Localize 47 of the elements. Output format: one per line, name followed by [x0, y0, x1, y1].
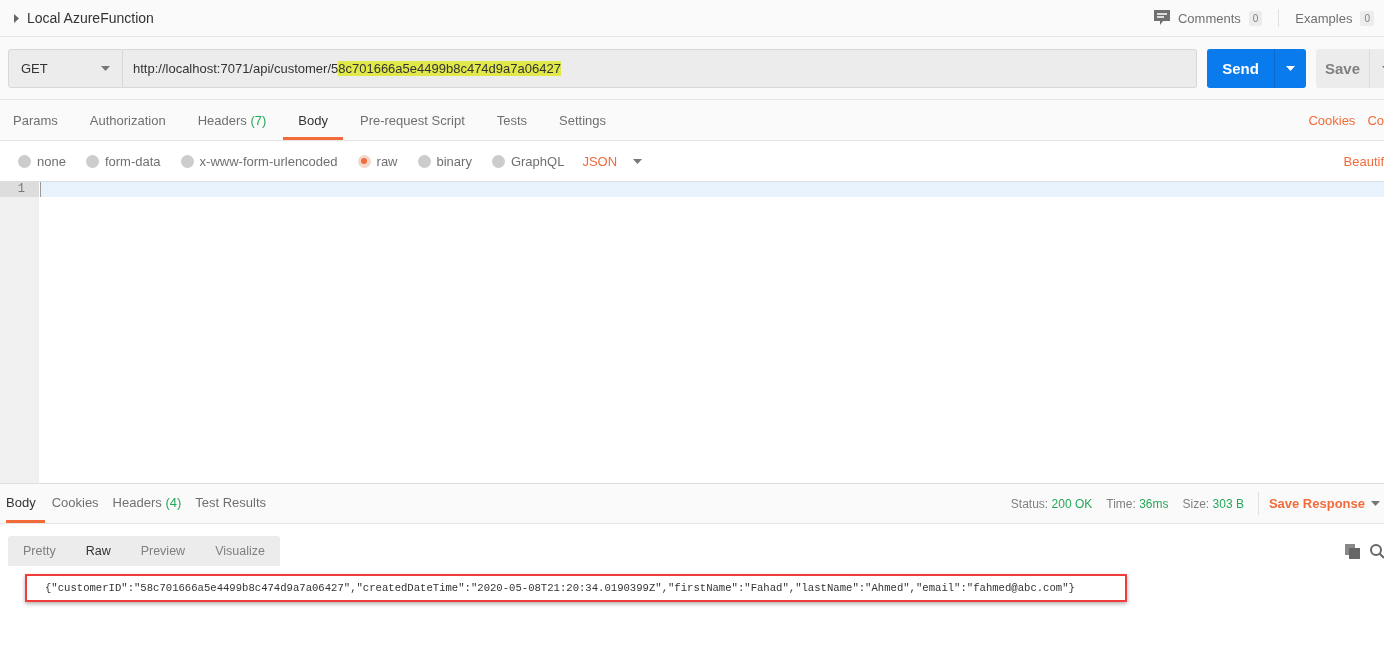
expand-caret-icon[interactable] [14, 13, 19, 23]
send-button[interactable]: Send [1207, 48, 1306, 88]
response-tab[interactable]: Cookies [44, 484, 106, 523]
view-mode-tab[interactable]: Raw [70, 536, 126, 566]
response-json: {"customerID":"58c701666a5e4499b8c474d9a7a06427","createdDateTime":"2020-05-08T21:20:34.0190399Z","firstName":"Fahad","lastName":"Ahmed","email":"fahmed@abc.com"} [25, 574, 1127, 602]
examples-count: 0 [1360, 10, 1374, 26]
body-type-radio[interactable]: GraphQL [491, 153, 565, 169]
view-mode-tab[interactable]: Pretty [8, 536, 71, 566]
save-response-button[interactable]: Save Response [1257, 492, 1384, 515]
response-meta: Time: 36ms [1106, 496, 1169, 511]
beautify-link[interactable]: Beautif [1343, 153, 1384, 169]
method-dropdown[interactable]: GET [8, 48, 123, 88]
comments-label[interactable]: Comments [1177, 10, 1241, 26]
body-type-radio[interactable]: raw [357, 153, 398, 169]
send-caret-icon [1286, 65, 1295, 71]
request-tab[interactable]: Settings [544, 100, 622, 140]
response-meta: Size: 303 B [1182, 496, 1244, 511]
caret-icon [633, 158, 643, 164]
response-tab[interactable]: Headers (4) [105, 484, 189, 523]
line-number: 1 [0, 182, 39, 197]
examples-label[interactable]: Examples [1295, 10, 1353, 26]
request-tab[interactable]: Headers (7) [182, 100, 282, 140]
copy-icon[interactable] [1345, 543, 1360, 559]
body-type-radio[interactable]: binary [417, 153, 472, 169]
url-field[interactable]: http://localhost:7071/api/customer/58c701666a5e4499b8c474d9a7a06427 [123, 48, 1197, 88]
caret-icon [1371, 501, 1380, 506]
view-mode-tab[interactable]: Visualize [200, 536, 280, 566]
request-tab[interactable]: Authorization [74, 100, 181, 140]
body-editor[interactable]: 1 [0, 182, 1384, 484]
search-icon[interactable] [1370, 543, 1384, 559]
response-meta: Status: 200 OK [1010, 496, 1093, 511]
request-tab[interactable]: Params [13, 100, 73, 140]
body-type-radio[interactable]: form-data [85, 153, 161, 169]
response-tab[interactable]: Test Results [188, 484, 274, 523]
request-title: Local AzureFunction [27, 10, 155, 26]
view-mode-tab[interactable]: Preview [125, 536, 201, 566]
header-link[interactable]: Co [1367, 112, 1384, 128]
format-dropdown[interactable]: JSON [582, 153, 643, 169]
comment-icon [1153, 10, 1170, 26]
request-tab[interactable]: Pre-request Script [345, 100, 480, 140]
body-type-radio[interactable]: x-www-form-urlencoded [180, 153, 338, 169]
comments-count: 0 [1248, 10, 1263, 26]
caret-icon [101, 65, 110, 71]
save-button[interactable]: Save [1316, 48, 1384, 88]
body-type-radio[interactable]: none [18, 153, 66, 169]
request-tab[interactable]: Tests [481, 100, 543, 140]
header-link[interactable]: Cookies [1308, 112, 1356, 128]
